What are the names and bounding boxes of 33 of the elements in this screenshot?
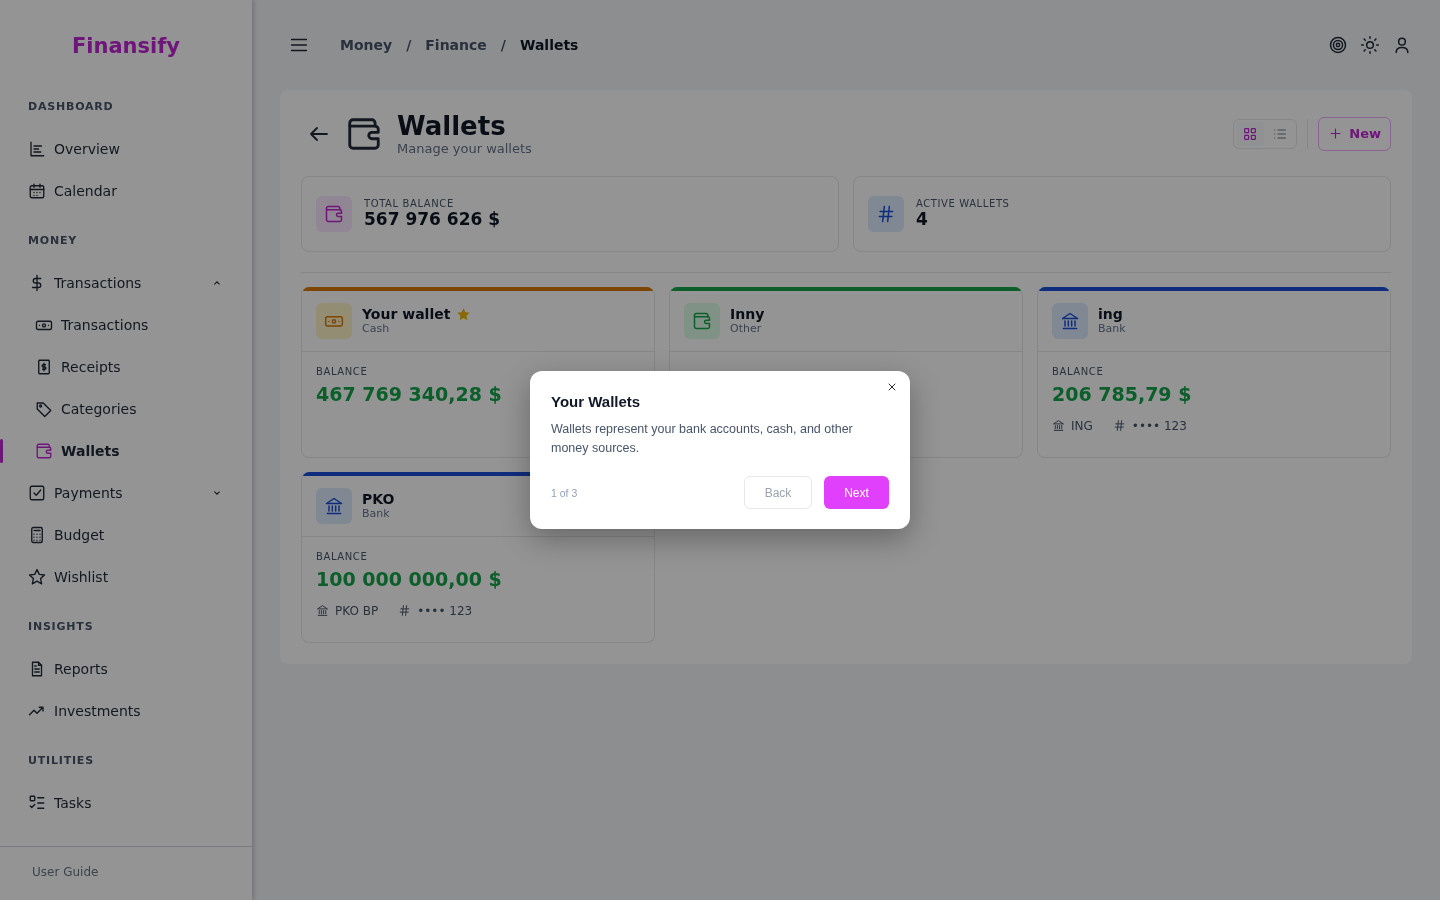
section-heading: MONEY <box>28 232 78 249</box>
balance-amount: 206 785,79 $ <box>1052 382 1192 405</box>
wallet-type: Cash <box>362 322 391 336</box>
wallet-name: Your wallet <box>362 306 451 323</box>
wallet-name: ing <box>1098 306 1123 323</box>
dialog-title: Your Wallets <box>551 393 642 410</box>
stat-value: 567 976 626 $ <box>364 209 501 230</box>
stat-value: 4 <box>916 209 929 230</box>
section-heading: DASHBOARD <box>28 98 115 115</box>
wallet-type: Bank <box>1098 322 1126 336</box>
balance-label: BALANCE <box>316 365 369 377</box>
account-number: •••• 123 <box>1131 418 1187 433</box>
section-heading: INSIGHTS <box>28 618 95 635</box>
section-heading: UTILITIES <box>28 752 95 769</box>
stat-label: TOTAL BALANCE <box>364 198 455 210</box>
balance-label: BALANCE <box>1052 365 1105 377</box>
wallet-name: Inny <box>730 306 765 323</box>
balance-amount: 467 769 340,28 $ <box>316 382 502 405</box>
wallet-name: PKO <box>362 491 395 508</box>
breadcrumb-separator: / <box>500 37 506 53</box>
step-counter: 1 of 3 <box>551 486 578 499</box>
balance-amount: 100 000 000,00 $ <box>316 567 502 590</box>
account-number: •••• 123 <box>417 603 473 618</box>
page-title: Wallets <box>397 112 507 141</box>
wallet-type: Other <box>730 322 763 336</box>
bank-name: PKO BP <box>335 603 379 618</box>
breadcrumb-separator: / <box>406 37 412 53</box>
balance-label: BALANCE <box>316 550 369 562</box>
breadcrumb: Wallets <box>519 37 579 53</box>
page-subtitle: Manage your wallets <box>397 140 532 156</box>
stat-label: ACTIVE WALLETS <box>916 198 1010 210</box>
bank-name: ING <box>1071 418 1093 433</box>
wallet-type: Bank <box>362 507 391 521</box>
